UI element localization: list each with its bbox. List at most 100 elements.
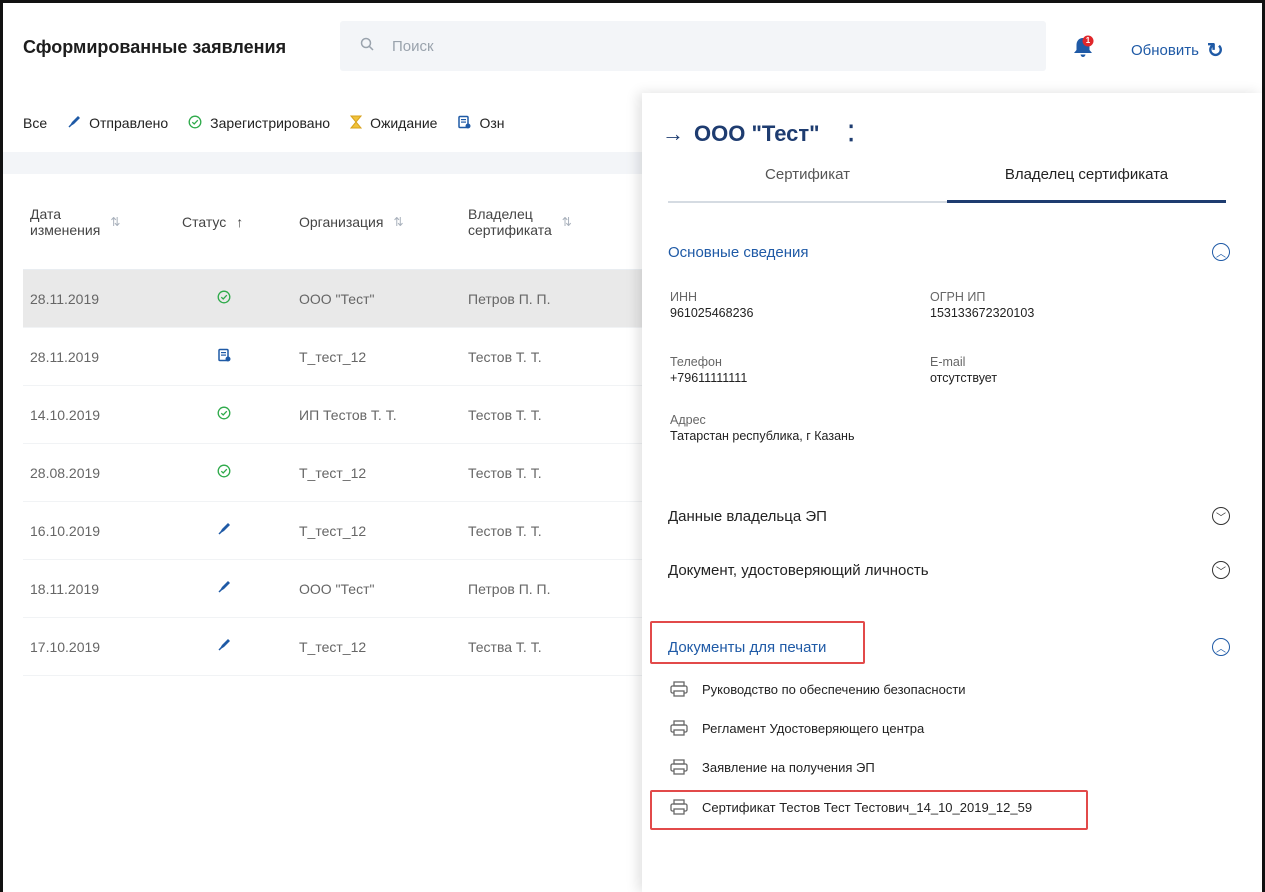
cell-organization: ООО "Тест" [299, 290, 375, 307]
cell-date: 28.08.2019 [30, 464, 101, 481]
column-label: Организация [299, 213, 384, 230]
filter-label: Ожидание [370, 115, 438, 131]
table-row[interactable]: 17.10.2019 Т_тест_12 Тества Т. Т. [23, 618, 642, 676]
chevron-up-icon: ︿ [1212, 243, 1230, 261]
tab-certificate-owner[interactable]: Владелец сертификата [947, 155, 1226, 203]
field-value: +79611111111 [670, 371, 748, 385]
sort-asc-icon: ↑ [236, 213, 244, 230]
sort-icon: ⇅ [561, 214, 572, 229]
print-document-item[interactable]: Регламент Удостоверяющего центра [670, 720, 924, 736]
cell-owner: Петров П. П. [468, 290, 551, 307]
toolbar-divider [3, 152, 642, 174]
section-owner-data[interactable]: Данные владельца ЭП ﹀ [668, 507, 1230, 525]
cell-status [177, 464, 294, 481]
column-label: изменения [30, 221, 101, 238]
cell-owner: Тестов Т. Т. [468, 464, 542, 481]
printer-icon [670, 681, 688, 697]
cell-owner: Тестов Т. Т. [468, 348, 542, 365]
section-main-info[interactable]: Основные сведения ︿ [668, 243, 1230, 261]
cell-owner: Тества Т. Т. [468, 638, 542, 655]
status-filters: Все Отправлено Зарегистрировано Ожидание… [3, 108, 505, 138]
email-field: E-mail отсутствует [930, 355, 997, 385]
table-row[interactable]: 16.10.2019 Т_тест_12 Тестов Т. Т. [23, 502, 642, 560]
table-row[interactable]: 28.08.2019 Т_тест_12 Тестов Т. Т. [23, 444, 642, 502]
chevron-up-icon: ︿ [1212, 638, 1230, 656]
more-icon[interactable]: ⁚ [848, 121, 855, 147]
field-value: 153133672320103 [930, 306, 1035, 320]
page-title: Сформированные заявления [23, 37, 287, 57]
notifications-button[interactable]: 1 [1072, 35, 1094, 59]
filter-label: Все [23, 115, 48, 131]
arrow-right-icon[interactable]: → [662, 121, 684, 147]
details-panel: → ООО "Тест" ⁚ Сертификат Владелец серти… [642, 93, 1262, 892]
search-input[interactable] [392, 37, 992, 55]
refresh-button[interactable]: Обновить ↻ [1131, 38, 1224, 63]
section-title: Документ, удостоверяющий личность [668, 561, 929, 579]
cell-owner: Петров П. П. [468, 580, 551, 597]
filter-registered[interactable]: Зарегистрировано [188, 115, 330, 132]
document-title: Регламент Удостоверяющего центра [702, 720, 925, 736]
column-label: Владелец [468, 205, 533, 222]
sort-icon: ⇅ [110, 214, 121, 229]
cell-status [177, 348, 294, 365]
field-value: Татарстан республика, г Казань [670, 429, 855, 443]
table-header: Дата изменения ⇅ Статус ↑ Организация ⇅ В… [23, 174, 642, 270]
document-icon [218, 348, 231, 362]
cell-organization: ООО "Тест" [299, 580, 375, 597]
cell-date: 28.11.2019 [30, 348, 100, 365]
refresh-icon: ↻ [1206, 40, 1224, 62]
filter-label: Отправлено [89, 115, 169, 131]
section-identity-document[interactable]: Документ, удостоверяющий личность ﹀ [668, 561, 1230, 579]
rocket-icon [218, 581, 230, 593]
filter-review[interactable]: Озн [457, 115, 505, 132]
table-row[interactable]: 18.11.2019 ООО "Тест" Петров П. П. [23, 560, 642, 618]
section-title: Данные владельца ЭП [668, 507, 827, 525]
phone-field: Телефон +79611111111 [670, 355, 747, 385]
column-organization[interactable]: Организация ⇅ [294, 214, 468, 230]
filter-all[interactable]: Все [23, 115, 47, 131]
chevron-down-icon: ﹀ [1212, 561, 1230, 579]
printer-icon [670, 759, 688, 775]
tab-certificate[interactable]: Сертификат [668, 155, 947, 201]
print-document-item[interactable]: Руководство по обеспечению безопасности [670, 681, 966, 697]
cell-status [177, 638, 294, 655]
ogrn-field: ОГРН ИП 153133672320103 [930, 290, 1034, 320]
cell-organization: Т_тест_12 [299, 348, 367, 365]
field-label: E-mail [930, 355, 966, 369]
cell-owner: Тестов Т. Т. [468, 522, 542, 539]
cell-date: 17.10.2019 [30, 638, 101, 655]
panel-tabs: Сертификат Владелец сертификата [668, 155, 1226, 203]
column-label: Дата [30, 205, 62, 222]
rocket-icon [67, 115, 81, 132]
check-circle-icon [188, 115, 202, 132]
cell-status [177, 522, 294, 539]
cell-date: 14.10.2019 [30, 406, 101, 423]
table-row[interactable]: 28.11.2019 Т_тест_12 Тестов Т. Т. [23, 328, 642, 386]
table-row[interactable]: 14.10.2019 ИП Тестов Т. Т. Тестов Т. Т. [23, 386, 642, 444]
cell-organization: Т_тест_12 [299, 638, 367, 655]
filter-waiting[interactable]: Ожидание [350, 115, 437, 132]
document-icon [457, 115, 471, 132]
table-body: 28.11.2019 ООО "Тест" Петров П. П. 28.11.20… [23, 270, 642, 676]
chevron-down-icon: ﹀ [1212, 507, 1230, 525]
column-owner[interactable]: Владелец сертификата ⇅ [468, 206, 642, 238]
table-row[interactable]: 28.11.2019 ООО "Тест" Петров П. П. [23, 270, 642, 328]
panel-title: ООО "Тест" [694, 121, 820, 146]
rocket-icon [218, 523, 230, 535]
notification-badge: 1 [1085, 36, 1091, 45]
inn-field: ИНН 961025468236 [670, 290, 753, 320]
filter-sent[interactable]: Отправлено [67, 115, 168, 132]
search-box[interactable] [340, 21, 1046, 71]
column-status[interactable]: Статус ↑ [177, 214, 294, 230]
refresh-label: Обновить [1131, 42, 1199, 59]
filter-label: Озн [479, 115, 505, 131]
column-label: Статус [182, 213, 227, 230]
cell-date: 16.10.2019 [30, 522, 101, 539]
section-title: Основные сведения [668, 243, 809, 261]
filter-label: Зарегистрировано [210, 115, 331, 131]
rocket-icon [218, 639, 230, 651]
printer-icon [670, 720, 688, 736]
field-label: ОГРН ИП [930, 290, 986, 304]
print-document-item[interactable]: Заявление на получения ЭП [670, 759, 875, 775]
column-date[interactable]: Дата изменения ⇅ [23, 206, 177, 238]
